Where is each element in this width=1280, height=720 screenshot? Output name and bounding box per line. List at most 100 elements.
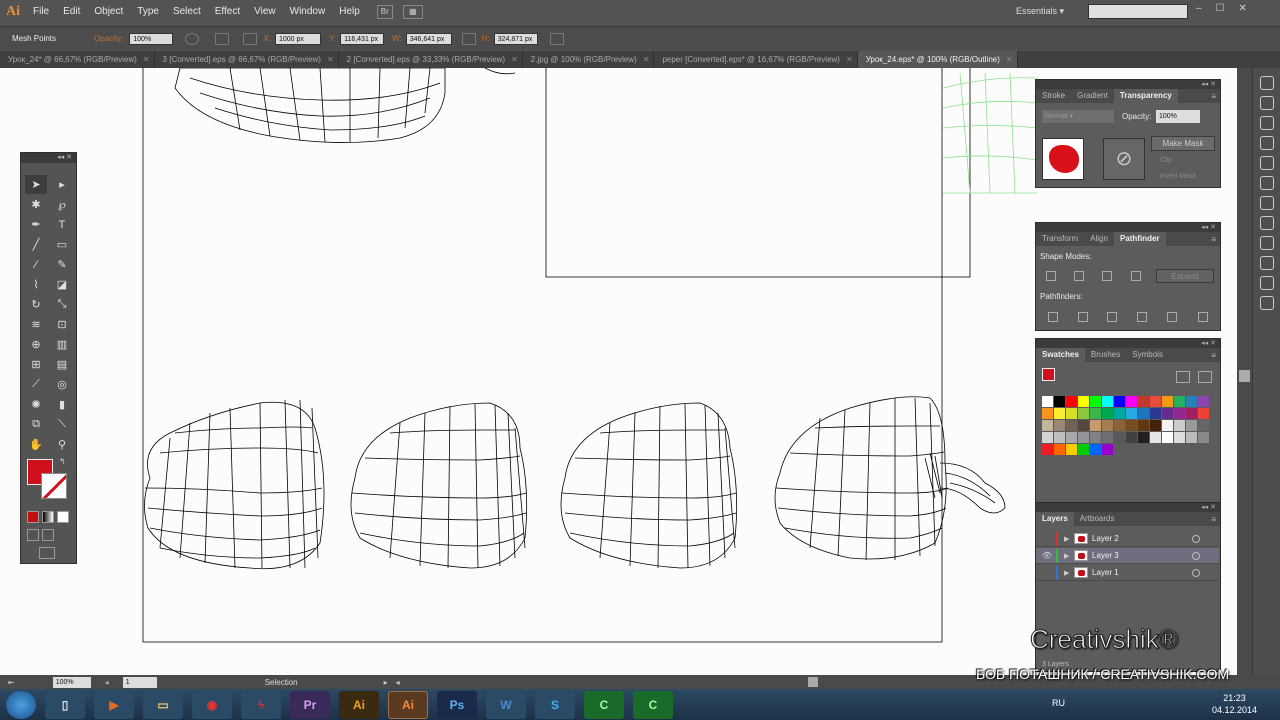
color-swatch[interactable]: [1186, 420, 1197, 431]
color-swatch[interactable]: [1066, 408, 1077, 419]
tab-transform[interactable]: Transform: [1036, 232, 1084, 246]
minimize-icon[interactable]: –: [1196, 3, 1202, 14]
color-swatch[interactable]: [1078, 408, 1089, 419]
paintbrush-tool-icon[interactable]: ∕: [25, 255, 47, 274]
panel-header[interactable]: ◂◂ ✕: [1036, 223, 1220, 232]
color-swatch[interactable]: [1138, 408, 1149, 419]
color-swatch[interactable]: [1078, 420, 1089, 431]
status-menu-arrow-icon[interactable]: ▸: [384, 678, 388, 687]
pencil-tool-icon[interactable]: ✎: [51, 255, 73, 274]
layer-row-1[interactable]: ▶ Layer 1: [1036, 565, 1219, 581]
vertical-scrollbar[interactable]: [1237, 68, 1252, 675]
navigator-icon[interactable]: [1259, 296, 1274, 310]
taskbar-camtasia-recorder-icon[interactable]: C: [633, 690, 673, 719]
menu-help[interactable]: Help: [332, 0, 367, 24]
height-field[interactable]: 324,871 px: [493, 32, 538, 45]
color-swatch[interactable]: [1198, 396, 1209, 407]
tab-symbols[interactable]: Symbols: [1126, 348, 1169, 362]
color-swatch[interactable]: [1174, 408, 1185, 419]
blend-mode-select[interactable]: Normal ▾: [1042, 110, 1114, 123]
opacity-field[interactable]: 100%: [129, 32, 174, 45]
draw-behind-icon[interactable]: [42, 529, 54, 541]
color-swatch[interactable]: [1198, 408, 1209, 419]
taskbar-skype-icon[interactable]: S: [535, 690, 575, 719]
color-swatch[interactable]: [1066, 396, 1077, 407]
color-swatch[interactable]: [1138, 396, 1149, 407]
type-tool-icon[interactable]: T: [51, 215, 73, 234]
close-icon[interactable]: ✕: [1239, 3, 1247, 14]
zoom-field[interactable]: 100%: [52, 676, 91, 688]
prev-artboard-icon[interactable]: ◂: [105, 678, 109, 687]
target-circle-icon[interactable]: [1192, 568, 1200, 577]
column-graph-tool-icon[interactable]: ▮: [51, 395, 73, 414]
color-swatch[interactable]: [1150, 396, 1161, 407]
tab-artboards[interactable]: Artboards: [1074, 512, 1121, 526]
invert-mask-checkbox[interactable]: Invert Mask: [1160, 173, 1196, 180]
color-swatch[interactable]: [1054, 444, 1065, 455]
layer-row-2[interactable]: ▶ Layer 2: [1036, 531, 1219, 547]
tab-layers[interactable]: Layers: [1036, 512, 1074, 526]
color-swatch[interactable]: [1174, 396, 1185, 407]
x-field[interactable]: 1000 px: [274, 32, 321, 45]
panel-menu-icon[interactable]: ≡: [1211, 92, 1216, 101]
color-swatch[interactable]: [1162, 408, 1173, 419]
current-fill-swatch[interactable]: [1042, 368, 1055, 381]
artboard-tool-icon[interactable]: ⧉: [25, 415, 47, 434]
color-swatch[interactable]: [1126, 396, 1137, 407]
draw-normal-icon[interactable]: [27, 529, 39, 541]
color-swatch[interactable]: [1078, 432, 1089, 443]
color-swatch[interactable]: [1114, 420, 1125, 431]
reference-point-icon[interactable]: [215, 32, 230, 45]
color-swatch[interactable]: [1102, 396, 1113, 407]
tab-doc-1[interactable]: Урок_24* @ 66,67% (RGB/Preview) ✕: [0, 51, 155, 68]
color-swatch[interactable]: [1150, 408, 1161, 419]
taskbar-illustrator-icon[interactable]: Ai: [339, 690, 379, 719]
color-swatch[interactable]: [1042, 420, 1053, 431]
grid-view-icon[interactable]: [1198, 371, 1212, 383]
rotate-tool-icon[interactable]: ↻: [25, 295, 47, 314]
color-swatch[interactable]: [1054, 396, 1065, 407]
close-tab-icon[interactable]: ✕: [643, 51, 650, 68]
color-swatch[interactable]: [1162, 420, 1173, 431]
artboard-number-field[interactable]: 1: [122, 676, 157, 688]
color-swatch[interactable]: [1198, 432, 1209, 443]
layers-icon[interactable]: [1259, 176, 1274, 190]
minus-front-icon[interactable]: [1074, 271, 1084, 281]
screen-mode-icon[interactable]: [39, 547, 55, 559]
exclude-icon[interactable]: [1131, 271, 1141, 281]
color-swatch[interactable]: [1150, 420, 1161, 431]
color-swatch[interactable]: [1162, 432, 1173, 443]
panel-header[interactable]: ◂◂ ✕: [1036, 503, 1220, 512]
bridge-button[interactable]: Br: [376, 5, 393, 19]
shape-builder-tool-icon[interactable]: ⊕: [25, 335, 47, 354]
close-tab-icon[interactable]: ✕: [846, 51, 853, 68]
target-circle-icon[interactable]: [1192, 551, 1200, 560]
color-swatch[interactable]: [1186, 396, 1197, 407]
taskbar-premiere-icon[interactable]: Pr: [290, 690, 330, 719]
color-swatch[interactable]: [1042, 408, 1053, 419]
menu-edit[interactable]: Edit: [56, 0, 87, 24]
slice-tool-icon[interactable]: ⟍: [51, 415, 73, 434]
grid-icon[interactable]: [243, 32, 258, 45]
menu-type[interactable]: Type: [130, 0, 166, 24]
menu-effect[interactable]: Effect: [208, 0, 247, 24]
taskbar-chrome-icon[interactable]: ◉: [192, 690, 232, 719]
tab-swatches[interactable]: Swatches: [1036, 348, 1085, 362]
tab-gradient[interactable]: Gradient: [1071, 89, 1114, 103]
color-swatch[interactable]: [1066, 420, 1077, 431]
menu-file[interactable]: File: [26, 0, 56, 24]
swap-fill-stroke-icon[interactable]: ↰: [59, 457, 66, 466]
width-field[interactable]: 346,641 px: [405, 32, 452, 45]
blob-brush-tool-icon[interactable]: ⌇: [25, 275, 47, 294]
divide-icon[interactable]: [1048, 312, 1058, 322]
language-indicator[interactable]: RU: [1052, 698, 1065, 708]
menu-object[interactable]: Object: [87, 0, 130, 24]
color-swatch[interactable]: [1054, 432, 1065, 443]
recolor-icon[interactable]: [185, 32, 200, 45]
color-swatch[interactable]: [1042, 432, 1053, 443]
graphic-styles-icon[interactable]: [1259, 136, 1274, 150]
expand-arrow-icon[interactable]: ▶: [1064, 552, 1074, 560]
color-swatch[interactable]: [1162, 396, 1173, 407]
image-trace-icon[interactable]: [1259, 196, 1274, 210]
color-swatch[interactable]: [1042, 444, 1053, 455]
